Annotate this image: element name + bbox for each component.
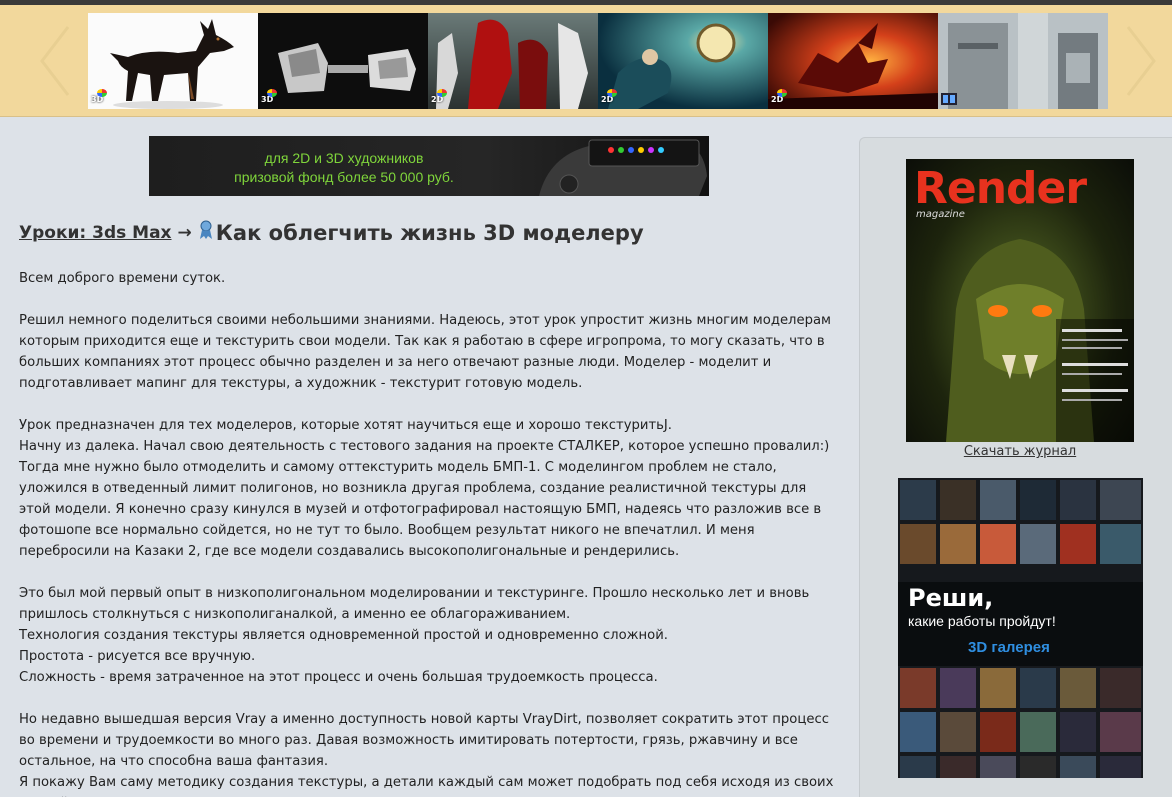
film-icon	[941, 93, 957, 107]
gallery-badge: 3D	[261, 89, 279, 107]
banner-line-1: для 2D и 3D художников	[264, 150, 424, 166]
article-header: Уроки: 3ds Max → Как облегчить жизнь 3D …	[19, 218, 644, 248]
paragraph-line: Это был мой первый опыт в низкополигонал…	[19, 586, 810, 622]
award-ribbon-icon	[199, 220, 212, 239]
gallery-thumb-4[interactable]: 2D	[598, 13, 768, 109]
red-dragon-icon	[768, 13, 938, 109]
paragraph-line: Я покажу Вам саму методику создания текс…	[19, 775, 834, 797]
magazine-title: Render	[914, 163, 1087, 214]
paragraph-line: Технология создания текстуры является од…	[19, 628, 668, 643]
underwater-figure-icon	[598, 13, 768, 109]
banner-line-2: призовой фонд более 50 000 руб.	[234, 169, 454, 185]
ad-gallery-label: 3D галерея	[968, 639, 1050, 656]
gallery-thumb-5[interactable]: 2D	[768, 13, 938, 109]
breadcrumb-link[interactable]: Уроки: 3ds Max	[19, 223, 172, 243]
breadcrumb-separator: →	[177, 223, 192, 243]
ad-headline: Реши,	[908, 584, 994, 612]
paragraph-line: Сложность - время затраченное на этот пр…	[19, 670, 658, 685]
magazine-cover[interactable]: Render magazine	[906, 159, 1134, 442]
paragraph-line: Решил немного поделиться своими небольши…	[19, 313, 832, 391]
gallery-thumb-2[interactable]: 3D	[258, 13, 428, 109]
ad-subline: какие работы пройдут!	[908, 613, 1056, 629]
red-demon-figures-icon	[428, 13, 598, 109]
page-title: Как облегчить жизнь 3D моделеру	[215, 221, 644, 245]
paragraph-line: Урок предназначен для тех моделеров, кот…	[19, 418, 672, 433]
gallery-3d-ad[interactable]: Реши, какие работы пройдут! 3D галерея	[898, 478, 1143, 778]
gallery-prev-arrow-icon[interactable]	[36, 23, 76, 99]
contest-banner[interactable]: для 2D и 3D художников призовой фонд бол…	[149, 136, 709, 196]
magazine-subtitle: magazine	[916, 209, 965, 220]
article-body: Всем доброго времени суток. Решил немног…	[19, 268, 839, 797]
gallery-badge: 2D	[601, 89, 619, 107]
gallery-badge: 2D	[771, 89, 789, 107]
download-magazine-link[interactable]: Скачать журнал	[906, 444, 1134, 459]
gallery-badge: 2D	[431, 89, 449, 107]
paragraph-line: Начну из далека. Начал свою деятельность…	[19, 439, 830, 454]
gallery-badge: 3D	[91, 89, 109, 107]
paragraph-line: Всем доброго времени суток.	[19, 271, 226, 286]
paragraph-line: Тогда мне нужно было отмоделить и самому…	[19, 460, 822, 559]
paragraph-line: Но недавно вышедшая версия Vray а именно…	[19, 712, 829, 769]
gallery-thumb-1[interactable]: 3D	[88, 13, 258, 109]
gallery-next-arrow-icon[interactable]	[1120, 23, 1160, 99]
gallery-thumb-3[interactable]: 2D	[428, 13, 598, 109]
doberman-dog-icon	[88, 13, 258, 109]
gallery-thumb-6[interactable]	[938, 13, 1108, 109]
gallery-strip: 3D 3D 2D 2D 2D	[0, 5, 1172, 117]
robotic-hands-icon	[258, 13, 428, 109]
paragraph-line: Простота - рисуется все вручную.	[19, 649, 256, 664]
industrial-scene-icon	[938, 13, 1108, 109]
game-console-icon	[539, 139, 707, 196]
